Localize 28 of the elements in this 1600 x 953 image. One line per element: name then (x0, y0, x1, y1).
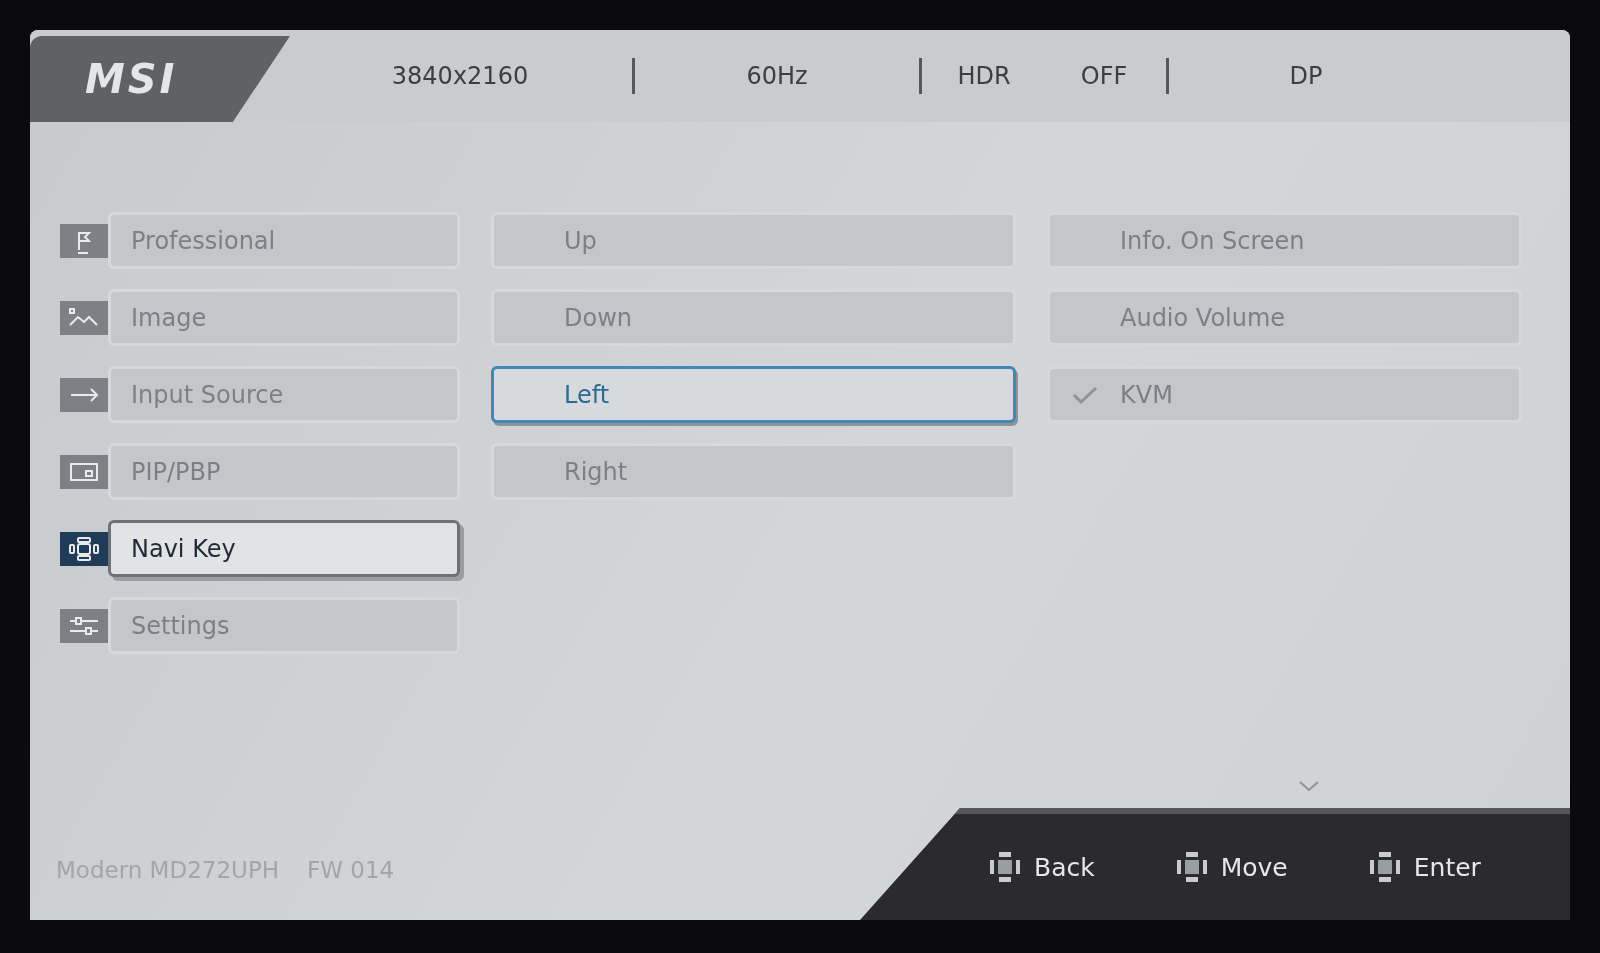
direction-option[interactable]: Up (491, 212, 1016, 269)
key-hint-label: Move (1220, 852, 1288, 882)
navigation-pad-icon (1367, 850, 1402, 884)
direction-option[interactable]: Right (491, 443, 1016, 500)
brand-logo: MSI (85, 56, 178, 102)
key-hint-label: Enter (1413, 852, 1481, 882)
option-label: Audio Volume (1120, 303, 1286, 332)
input-text: DP (1288, 62, 1324, 90)
function-option[interactable]: Info. On Screen (1047, 212, 1522, 269)
navigation-pad-icon (1174, 850, 1209, 884)
menu-item[interactable]: Input Source (108, 366, 460, 423)
option-label: Info. On Screen (1120, 226, 1305, 255)
key-hint-label: Back (1034, 852, 1095, 882)
direction-option[interactable]: Left (491, 366, 1016, 423)
hdr-label: HDR (956, 62, 1012, 90)
hdr-value: OFF (1079, 62, 1129, 90)
menu-item[interactable]: Professional (108, 212, 460, 269)
direction-option[interactable]: Down (491, 289, 1016, 346)
navigation-pad-icon (988, 850, 1022, 884)
menu-item[interactable]: PIP/PBP (108, 443, 460, 500)
chevron-down-icon (1298, 780, 1320, 792)
function-option[interactable]: Audio Volume (1047, 289, 1522, 346)
option-label: KVM (1120, 380, 1173, 409)
refresh-rate-text: 60Hz (745, 62, 809, 90)
function-option[interactable]: KVM (1047, 366, 1522, 423)
resolution-text: 3840x2160 (390, 62, 530, 90)
menu-item[interactable]: Image (108, 289, 460, 346)
menu-item[interactable]: Settings (108, 597, 460, 654)
